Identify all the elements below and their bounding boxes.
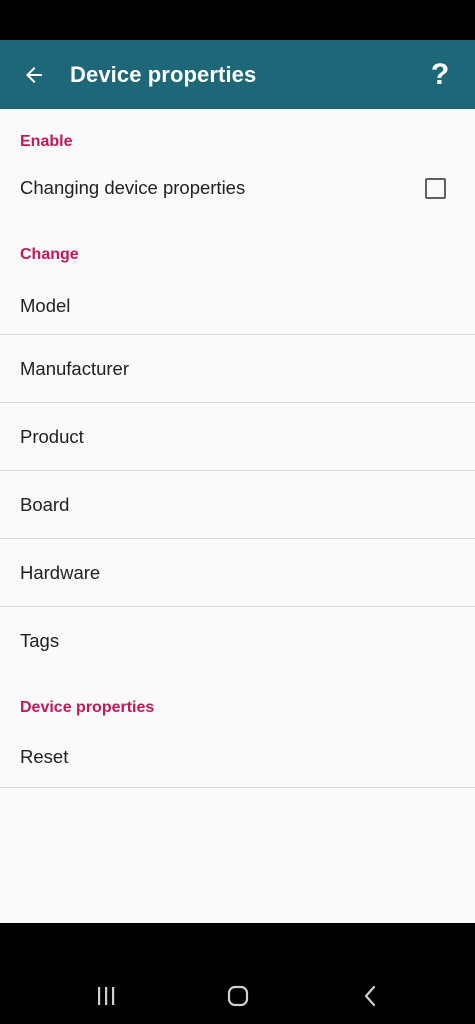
nav-back-icon xyxy=(364,985,376,1007)
setting-label: Tags xyxy=(20,629,60,651)
home-button[interactable] xyxy=(218,976,258,1016)
section-header-enable: Enable xyxy=(20,133,73,150)
setting-label: Reset xyxy=(20,746,69,767)
section-header-change: Change xyxy=(20,246,79,263)
arrow-left-icon xyxy=(26,66,42,83)
status-bar xyxy=(0,0,475,40)
setting-label: Product xyxy=(20,425,84,447)
setting-manufacturer[interactable]: Manufacturer xyxy=(0,335,475,402)
setting-label: Manufacturer xyxy=(20,357,129,379)
help-button[interactable]: ? xyxy=(405,40,475,109)
setting-label: Hardware xyxy=(20,561,101,583)
setting-model[interactable]: Model xyxy=(0,277,475,334)
phone-screen: Device properties ? Enable Changing devi… xyxy=(0,0,475,1024)
home-icon xyxy=(227,985,249,1007)
setting-label: Board xyxy=(20,493,70,515)
changing-device-properties-checkbox[interactable] xyxy=(425,177,446,199)
page-title: Device properties xyxy=(70,61,257,87)
settings-list: Enable Changing device properties Change… xyxy=(0,109,475,923)
divider xyxy=(0,787,475,788)
nav-back-button[interactable] xyxy=(351,976,391,1016)
setting-label: Changing device properties xyxy=(20,177,246,198)
section-header-device-properties: Device properties xyxy=(20,699,155,716)
setting-hardware[interactable]: Hardware xyxy=(0,539,475,606)
setting-label: Model xyxy=(20,294,71,316)
setting-changing-device-properties[interactable]: Changing device properties xyxy=(0,164,475,212)
recents-button[interactable] xyxy=(86,976,126,1016)
setting-product[interactable]: Product xyxy=(0,403,475,470)
recents-icon xyxy=(98,987,115,1005)
back-button[interactable] xyxy=(0,40,70,109)
setting-tags[interactable]: Tags xyxy=(0,607,475,674)
app-bar: Device properties ? xyxy=(0,40,475,109)
setting-reset[interactable]: Reset xyxy=(0,727,475,787)
setting-board[interactable]: Board xyxy=(0,471,475,538)
